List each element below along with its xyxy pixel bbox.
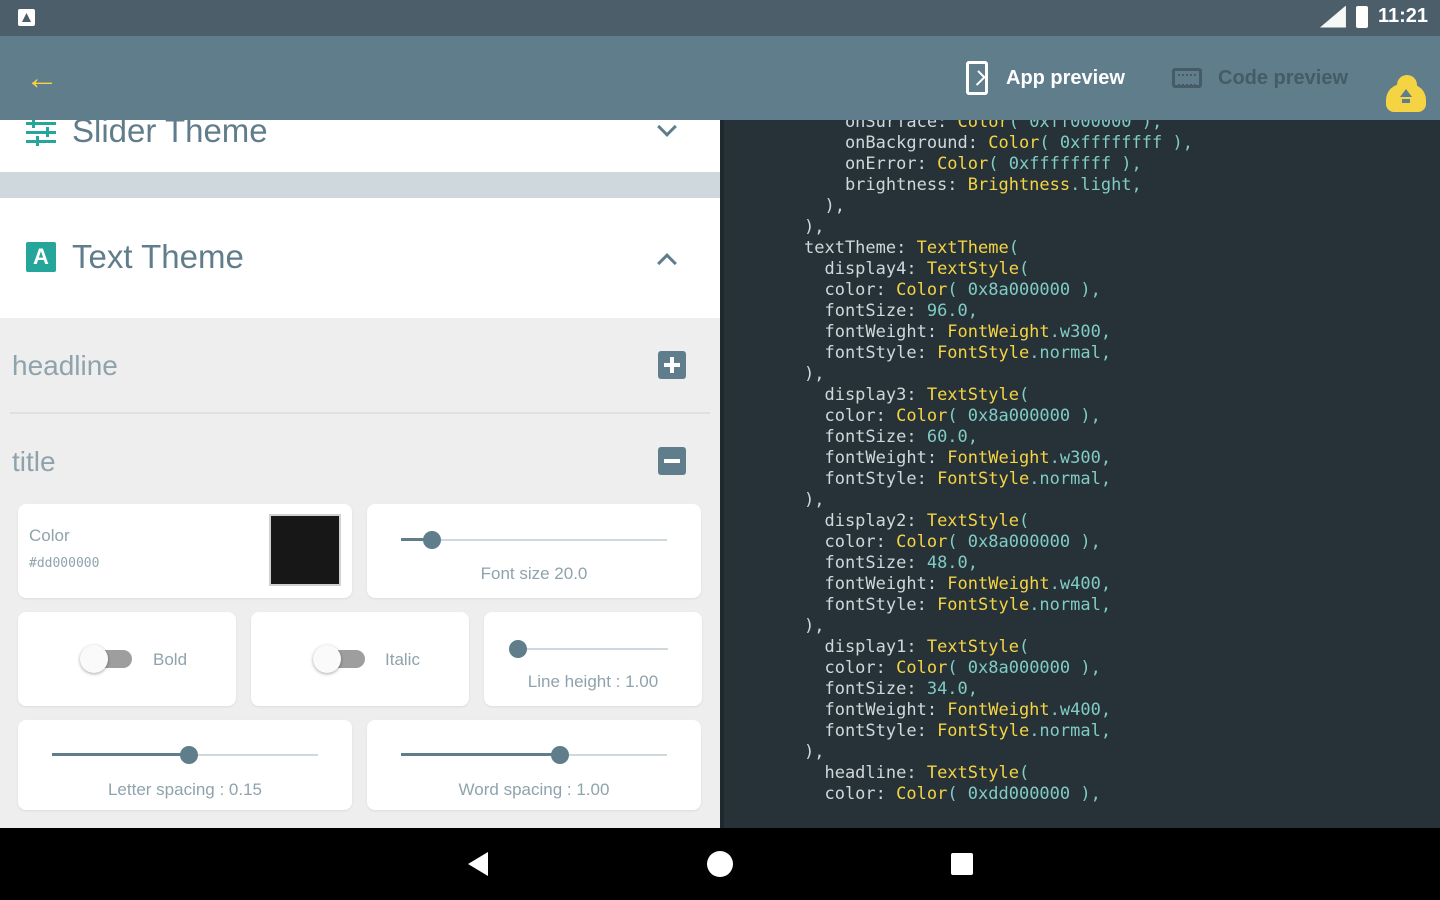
color-value: #dd000000 xyxy=(29,556,100,571)
code-line: fontWeight: FontWeight.w300, xyxy=(804,448,1112,468)
text-theme-header[interactable]: A Text Theme xyxy=(0,198,720,318)
italic-label: Italic xyxy=(385,650,420,669)
letter-spacing-thumb[interactable] xyxy=(180,746,198,764)
code-line: onSurface: Color( 0xff000000 ), xyxy=(804,120,1163,132)
status-right: 11:21 xyxy=(1319,5,1428,28)
code-line: color: Color( 0x8a000000 ), xyxy=(804,406,1101,426)
code-line: fontSize: 34.0, xyxy=(804,679,979,699)
keyboard-icon xyxy=(1172,68,1202,88)
code-line: textTheme: TextTheme( xyxy=(804,238,1019,258)
code-line: fontStyle: FontStyle.normal, xyxy=(804,595,1112,615)
bold-toggle-knob[interactable] xyxy=(80,645,108,673)
letter-spacing-fill xyxy=(52,753,189,756)
text-theme-title: Text Theme xyxy=(72,238,244,275)
code-line: ), xyxy=(804,196,845,216)
italic-card: Italic xyxy=(251,612,469,706)
code-line: display3: TextStyle( xyxy=(804,385,1030,405)
collapse-minus-icon[interactable] xyxy=(658,447,686,475)
nav-home-icon[interactable] xyxy=(707,851,733,877)
color-label: Color xyxy=(29,526,70,545)
tune-icon xyxy=(26,120,56,146)
code-preview-label: Code preview xyxy=(1218,66,1349,89)
font-size-label: Font size 20.0 xyxy=(480,564,588,583)
code-line: color: Color( 0x8a000000 ), xyxy=(804,532,1101,552)
code-line: fontWeight: FontWeight.w400, xyxy=(804,574,1112,594)
code-line: onBackground: Color( 0xffffffff ), xyxy=(804,133,1193,153)
chevron-down-icon xyxy=(657,120,677,137)
letter-spacing-label: Letter spacing : 0.15 xyxy=(107,780,263,799)
signal-icon xyxy=(1319,5,1346,28)
color-card[interactable]: Color #dd000000 xyxy=(18,504,352,598)
code-preview-button[interactable]: Code preview xyxy=(1172,58,1348,98)
slider-theme-title: Slider Theme xyxy=(72,120,268,149)
bold-card: Bold xyxy=(18,612,236,706)
notification-icon xyxy=(18,9,35,26)
code-line: color: Color( 0x8a000000 ), xyxy=(804,280,1101,300)
text-theme-icon: A xyxy=(26,242,56,272)
code-line: fontSize: 96.0, xyxy=(804,301,979,321)
system-nav-bar xyxy=(0,828,1440,900)
code-line: ), xyxy=(804,217,825,237)
bold-label: Bold xyxy=(153,650,188,669)
divider xyxy=(10,412,710,414)
code-line: fontStyle: FontStyle.normal, xyxy=(804,469,1112,489)
headline-label: headline xyxy=(12,350,118,381)
code-line: fontStyle: FontStyle.normal, xyxy=(804,343,1112,363)
font-size-thumb[interactable] xyxy=(423,531,441,549)
cloud-upload-icon[interactable] xyxy=(1386,75,1426,112)
code-line: fontWeight: FontWeight.w300, xyxy=(804,322,1112,342)
word-spacing-thumb[interactable] xyxy=(551,746,569,764)
status-bar: 11:21 xyxy=(0,0,1440,36)
code-line: fontSize: 60.0, xyxy=(804,427,979,447)
code-line: display1: TextStyle( xyxy=(804,637,1030,657)
code-line: color: Color( 0xdd000000 ), xyxy=(804,784,1101,804)
code-line: ), xyxy=(804,364,825,384)
line-height-card: Line height : 1.00 xyxy=(484,612,702,706)
line-height-label: Line height : 1.00 xyxy=(527,672,659,691)
code-block: onSurface: Color( 0xff000000 ), onBackgr… xyxy=(804,120,1193,805)
code-line: brightness: Brightness.light, xyxy=(804,175,1142,195)
code-line: fontSize: 48.0, xyxy=(804,553,979,573)
nav-recents-icon[interactable] xyxy=(951,853,973,875)
code-line: fontWeight: FontWeight.w400, xyxy=(804,700,1112,720)
section-separator xyxy=(0,172,720,198)
title-label: title xyxy=(12,446,56,477)
code-line: display2: TextStyle( xyxy=(804,511,1030,531)
app-preview-label: App preview xyxy=(1006,66,1125,89)
expand-plus-icon[interactable] xyxy=(658,351,686,379)
code-line: ), xyxy=(804,490,825,510)
code-line: ), xyxy=(804,616,825,636)
theme-editor-panel: Slider Theme A Text Theme headline title… xyxy=(0,120,720,828)
code-line: fontStyle: FontStyle.normal, xyxy=(804,721,1112,741)
line-height-thumb[interactable] xyxy=(509,640,527,658)
code-line: onError: Color( 0xffffffff ), xyxy=(804,154,1142,174)
battery-icon xyxy=(1355,5,1368,28)
code-line: headline: TextStyle( xyxy=(804,763,1030,783)
arrow-left-icon[interactable]: ← xyxy=(24,58,60,98)
word-spacing-card: Word spacing : 1.00 xyxy=(367,720,701,810)
clock: 11:21 xyxy=(1377,5,1428,27)
word-spacing-fill xyxy=(401,753,561,756)
app-bar: ← App preview Code preview xyxy=(0,36,1440,120)
code-preview-panel[interactable]: onSurface: Color( 0xff000000 ), onBackgr… xyxy=(720,120,1440,828)
word-spacing-label: Word spacing : 1.00 xyxy=(458,780,610,799)
nav-back-icon[interactable] xyxy=(468,852,488,876)
code-line: color: Color( 0x8a000000 ), xyxy=(804,658,1101,678)
code-line: ), xyxy=(804,742,825,762)
color-swatch[interactable] xyxy=(269,514,341,586)
chevron-up-icon xyxy=(657,253,677,273)
code-line: display4: TextStyle( xyxy=(804,259,1030,279)
app-preview-button[interactable]: App preview xyxy=(966,58,1125,98)
line-height-track[interactable] xyxy=(518,648,668,650)
letter-spacing-card: Letter spacing : 0.15 xyxy=(18,720,352,810)
font-size-card: Font size 20.0 xyxy=(367,504,701,598)
phone-icon xyxy=(966,61,988,95)
italic-toggle-knob[interactable] xyxy=(313,645,341,673)
